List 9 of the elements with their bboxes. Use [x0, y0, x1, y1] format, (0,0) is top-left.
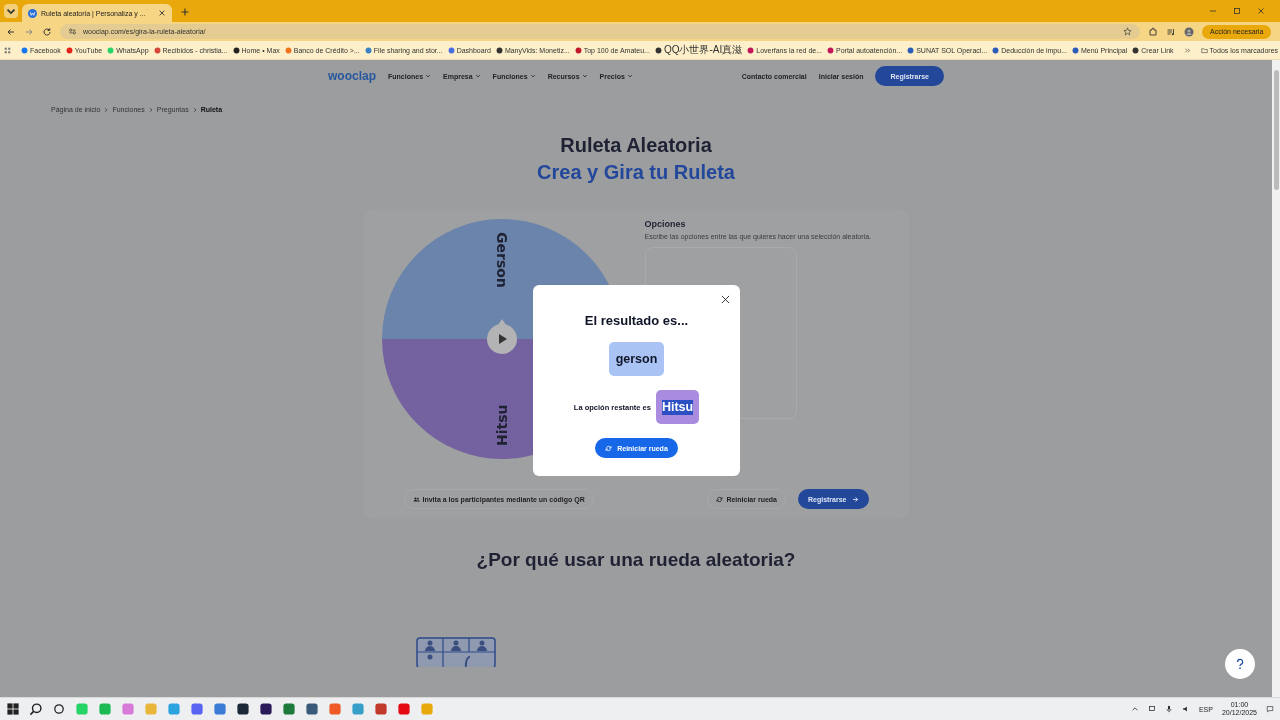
section-heading: ¿Por qué usar una rueda aleatoria?	[475, 549, 797, 571]
segment-label: Hitsu	[493, 404, 510, 446]
selected-text: Hitsu	[661, 399, 694, 415]
page-title: Ruleta Aleatoria	[559, 133, 713, 158]
dialog-title: El resultado es...	[584, 313, 689, 328]
result-chip: gerson	[608, 342, 665, 376]
page-subtitle: Crea y Gira tu Ruleta	[536, 160, 736, 185]
options-title: Opciones	[644, 219, 687, 229]
segment-label: Gerson	[493, 232, 510, 288]
